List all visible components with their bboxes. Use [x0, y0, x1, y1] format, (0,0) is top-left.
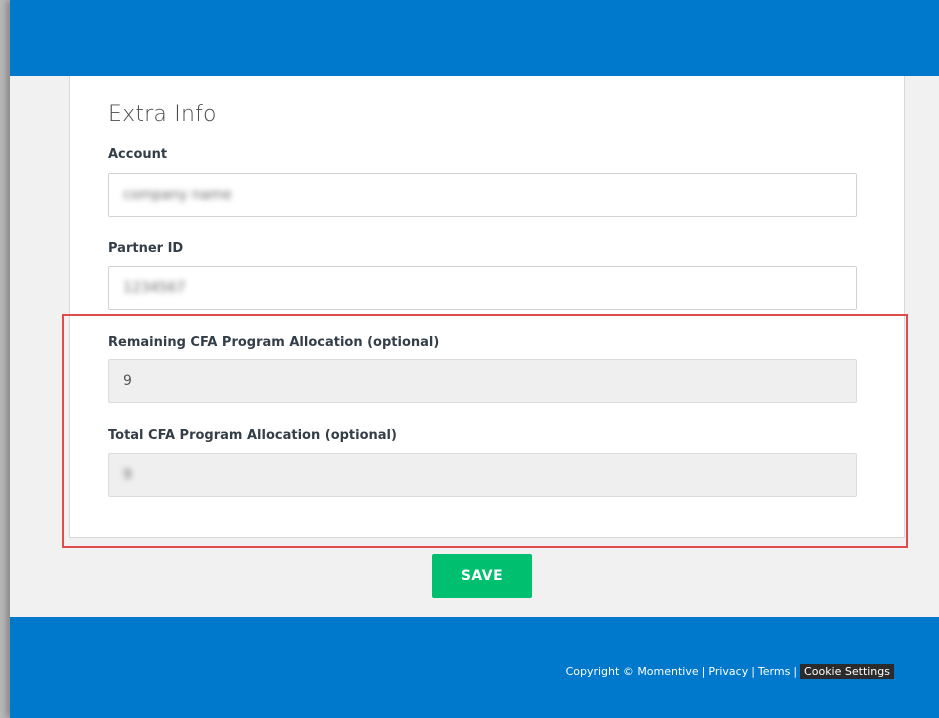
- remaining-allocation-input[interactable]: 9: [108, 359, 857, 403]
- browser-window: Extra Info Account company name Partner …: [10, 0, 939, 718]
- remaining-allocation-label: Remaining CFA Program Allocation (option…: [108, 335, 440, 350]
- extra-info-card: Extra Info Account company name Partner …: [69, 76, 905, 538]
- account-value: company name: [123, 187, 232, 203]
- footer-separator: |: [793, 665, 798, 678]
- copyright-text: Copyright © Momentive: [565, 665, 699, 678]
- terms-link[interactable]: Terms: [758, 665, 790, 678]
- header-bar: [10, 0, 939, 76]
- account-input[interactable]: company name: [108, 173, 857, 217]
- partner-id-label: Partner ID: [108, 241, 184, 256]
- cookie-settings-button[interactable]: Cookie Settings: [800, 664, 894, 679]
- footer-links: Copyright © Momentive | Privacy | Terms | Cook…: [565, 664, 894, 679]
- privacy-link[interactable]: Privacy: [708, 665, 748, 678]
- footer-separator: |: [701, 665, 706, 678]
- total-allocation-input[interactable]: 9: [108, 453, 857, 497]
- partner-id-value: 1234567: [123, 280, 186, 296]
- partner-id-input[interactable]: 1234567: [108, 266, 857, 310]
- total-allocation-value: 9: [123, 467, 132, 483]
- section-title: Extra Info: [108, 102, 217, 127]
- footer-separator: |: [751, 665, 755, 678]
- account-label: Account: [108, 147, 168, 162]
- save-button[interactable]: SAVE: [432, 554, 532, 598]
- footer: Copyright © Momentive | Privacy | Terms | Cook…: [10, 617, 939, 718]
- remaining-allocation-value: 9: [123, 373, 132, 389]
- total-allocation-label: Total CFA Program Allocation (optional): [108, 428, 397, 443]
